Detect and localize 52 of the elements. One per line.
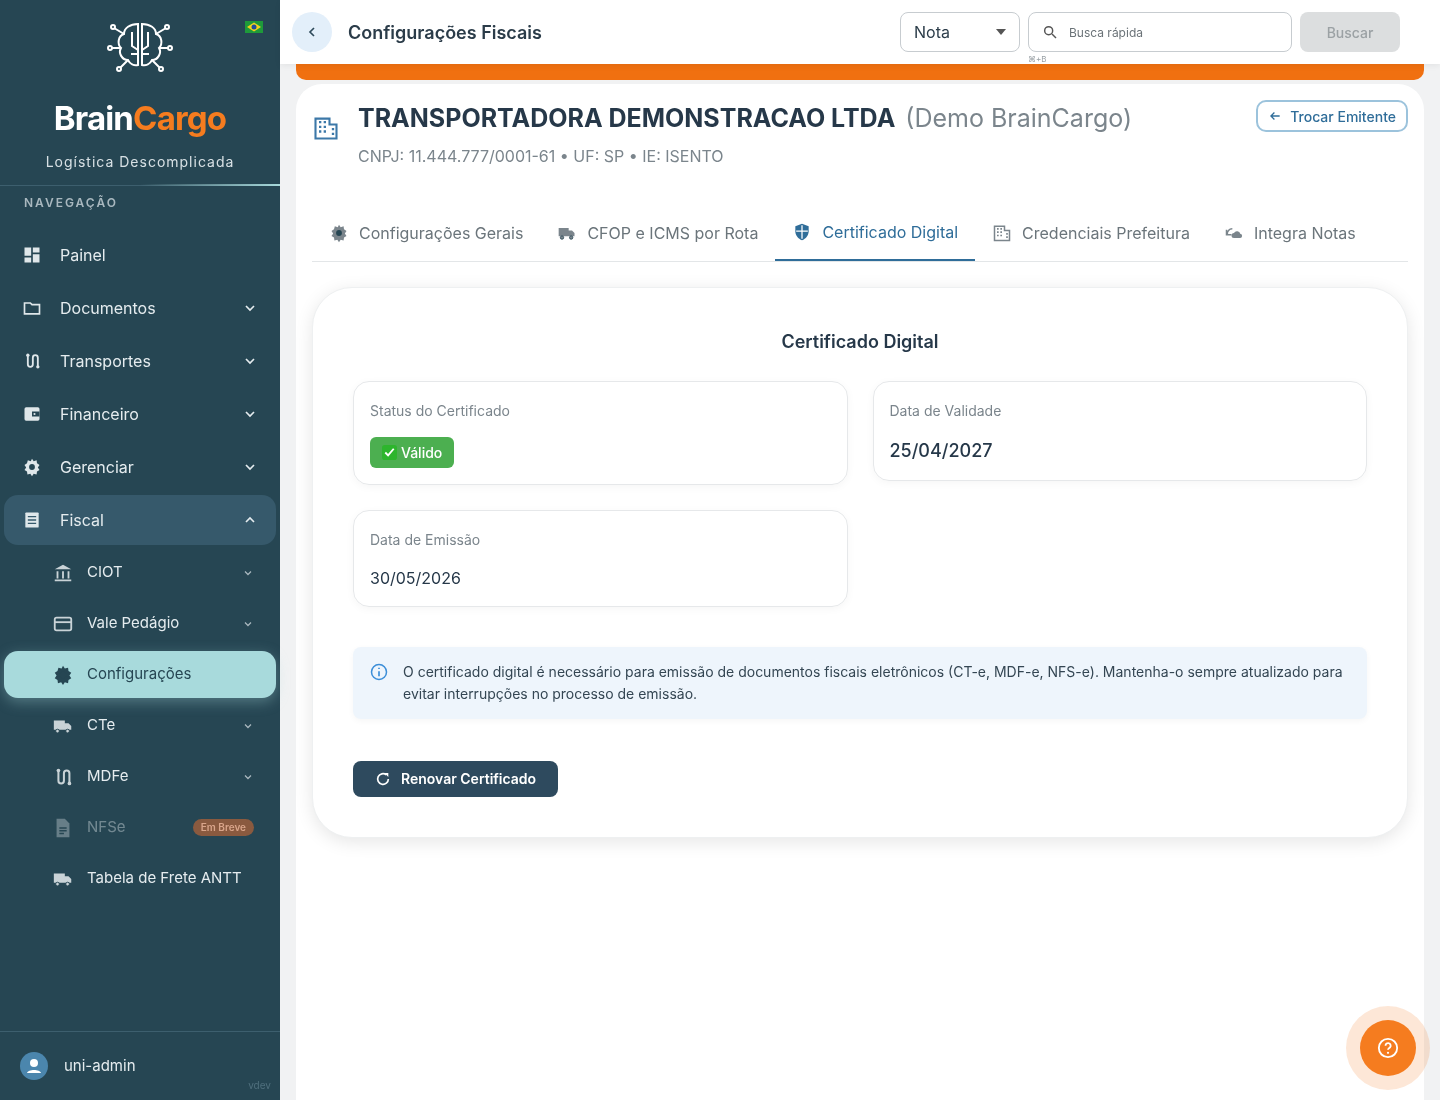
settings-icon	[329, 222, 349, 243]
company-details: CNPJ: 11.444.777/0001-61 • UF: SP • IE: ISENTO	[358, 144, 725, 168]
nav-subitem[interactable]: MDFe	[4, 753, 276, 800]
nav-item[interactable]: Painel	[4, 230, 276, 280]
nav-item[interactable]: Documentos	[4, 283, 276, 333]
search-field[interactable]: Busca rápida	[1028, 12, 1292, 52]
settings-icon	[22, 457, 42, 477]
shortcut-hint: ⌘+B	[1028, 53, 1047, 65]
field-label: Status do Certificado	[370, 400, 511, 421]
list-icon	[22, 510, 42, 530]
nav-item[interactable]: Financeiro	[4, 389, 276, 439]
nav-subitem[interactable]: CIOT	[4, 549, 276, 596]
dashboard-icon	[22, 245, 42, 265]
nav-item[interactable]: Fiscal	[4, 495, 276, 545]
brazil-flag-icon	[245, 21, 263, 33]
company-alias: (Demo BrainCargo)	[905, 102, 1133, 135]
panel-title: Certificado Digital	[780, 329, 940, 354]
caret-down-icon	[996, 29, 1006, 35]
field-label: Data de Validade	[889, 400, 1003, 421]
nav-subitem[interactable]: Vale Pedágio	[4, 600, 276, 647]
user-avatar-icon	[20, 1052, 48, 1080]
field-value: 30/05/2026	[370, 566, 462, 590]
refresh-icon	[375, 770, 391, 787]
tab[interactable]: Certificado Digital	[775, 204, 976, 261]
help-icon	[1377, 1037, 1399, 1059]
tab[interactable]: Integra Notas	[1206, 204, 1373, 261]
info-text: O certificado digital é necessário para emissão de documentos fiscais eletrônicos (CT-e, MDF-e, NFS-e). Mantenha-o sempre atualizado para evitar interrupções no processo de emissão.	[403, 661, 1344, 704]
status-badge: Em Breve	[192, 819, 254, 836]
status-badge: Válido	[370, 436, 455, 468]
nav-subitem[interactable]: CTe	[4, 702, 276, 749]
info-icon	[369, 661, 389, 682]
company-name: TRANSPORTADORA DEMONSTRACAO LTDA	[358, 102, 896, 135]
tab[interactable]: CFOP e ICMS por Rota	[540, 204, 776, 261]
nav-subitem[interactable]: Configurações	[4, 651, 276, 698]
page-title: Configurações Fiscais	[348, 20, 542, 45]
field-label: Data de Emissão	[370, 529, 482, 550]
type-select[interactable]: Nota	[900, 12, 1020, 52]
renew-certificate-button[interactable]: Renovar Certificado	[353, 760, 559, 797]
tab[interactable]: Credenciais Prefeitura	[975, 204, 1207, 261]
switch-issuer-button[interactable]: Trocar Emitente	[1256, 100, 1408, 132]
nav-item[interactable]: Transportes	[4, 336, 276, 386]
search-icon	[1042, 24, 1058, 40]
section-label: NAVEGAÇÃO	[23, 194, 119, 212]
check-icon	[382, 444, 397, 460]
tab[interactable]: Configurações Gerais	[312, 204, 541, 261]
brand-tagline: Logística Descomplicada	[45, 152, 235, 172]
nav-subitem[interactable]: Tabela de Frete ANTT	[4, 855, 276, 902]
nav-item[interactable]: Gerenciar	[4, 442, 276, 492]
wallet-icon	[22, 404, 42, 424]
user-name[interactable]: uni-admin	[64, 1054, 136, 1078]
brand-logo-text: BrainCargo	[53, 102, 227, 135]
field-value: 25/04/2027	[889, 438, 994, 463]
